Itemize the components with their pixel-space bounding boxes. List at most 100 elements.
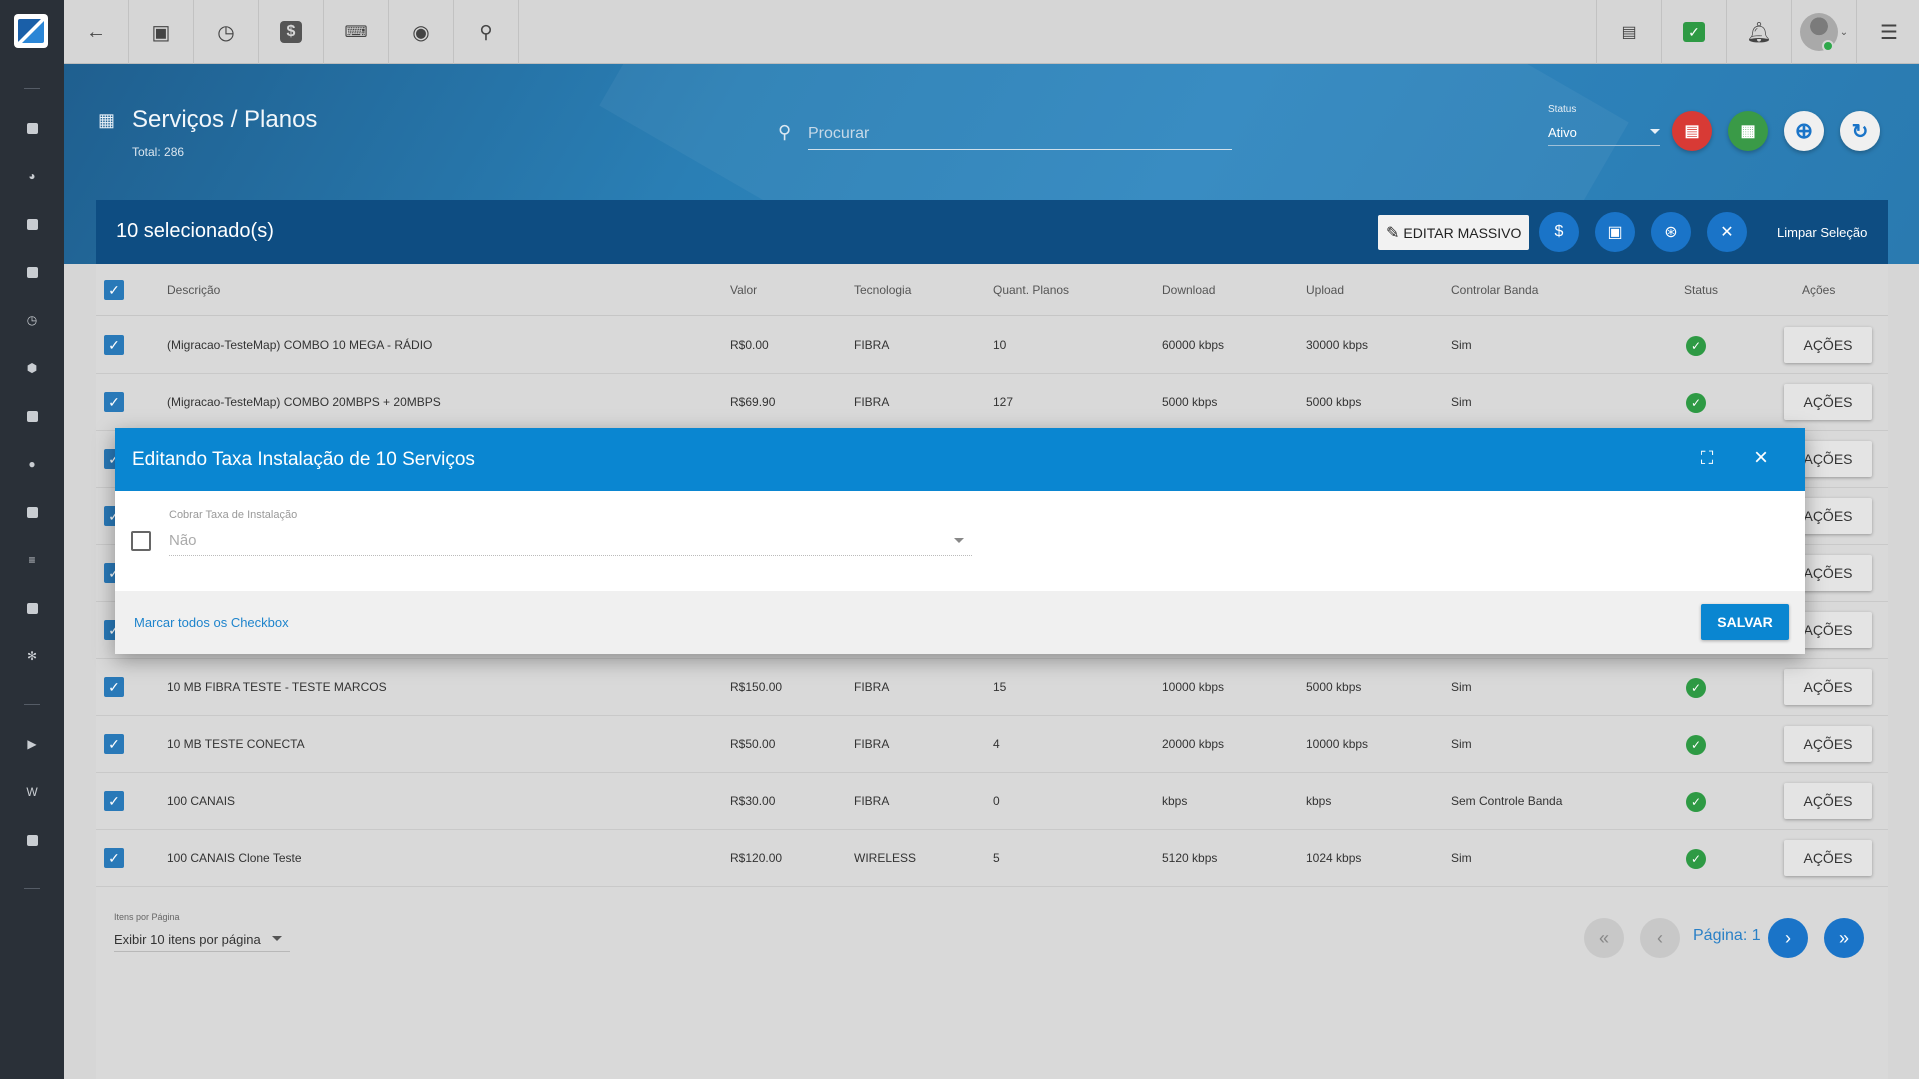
book-icon[interactable] <box>24 264 40 280</box>
search-input[interactable] <box>808 118 1232 150</box>
finance-button[interactable]: $ <box>259 0 324 64</box>
page-title: Serviços / Planos <box>132 106 318 133</box>
refresh-button[interactable]: ↻ <box>1840 111 1880 151</box>
table-row[interactable]: ✓ 10 MB TESTE CONECTA R$50.00 FIBRA 4 20000 k… <box>96 716 1888 773</box>
status-label: Status <box>1548 104 1577 115</box>
installation-fee-checkbox[interactable] <box>131 531 151 551</box>
video-icon[interactable]: ▶ <box>24 736 40 752</box>
header-descricao[interactable]: Descrição <box>167 283 220 297</box>
row-checkbox[interactable]: ✓ <box>104 734 124 754</box>
settings-icon[interactable]: ✻ <box>24 648 40 664</box>
edit-mass-button[interactable]: ✎ EDITAR MASSIVO <box>1378 215 1530 250</box>
header-quant-planos[interactable]: Quant. Planos <box>993 283 1069 297</box>
chevron-left-icon: ‹ <box>1657 927 1663 948</box>
export-excel-button[interactable]: ▦ <box>1728 111 1768 151</box>
row-actions-button[interactable]: AÇÕES <box>1784 384 1872 420</box>
cell-download: kbps <box>1162 794 1188 808</box>
row-checkbox[interactable]: ✓ <box>104 677 124 697</box>
row-actions-button[interactable]: AÇÕES <box>1784 840 1872 876</box>
edit-date-button[interactable]: ▣ <box>1595 212 1635 252</box>
row-actions-button[interactable]: AÇÕES <box>1784 726 1872 762</box>
bell-icon: 🔔︎ <box>1746 21 1772 44</box>
installation-fee-select[interactable]: Não <box>169 524 972 556</box>
clear-selection-link[interactable]: Limpar Seleção <box>1777 225 1867 240</box>
app-logo[interactable] <box>14 14 48 48</box>
calendar-clock-icon[interactable]: ◷ <box>24 312 40 328</box>
header-controlar-banda[interactable]: Controlar Banda <box>1451 283 1538 297</box>
table-row[interactable]: ✓ 10 MB FIBRA TESTE - TESTE MARCOS R$150.0… <box>96 659 1888 716</box>
row-actions-button[interactable]: AÇÕES <box>1784 327 1872 363</box>
view-button[interactable]: ◉ <box>389 0 454 64</box>
cell-tecnologia: FIBRA <box>854 737 890 751</box>
messages-button[interactable]: ✓ <box>1661 0 1726 64</box>
cell-descricao: (Migracao-TesteMap) COMBO 20MBPS + 20MBP… <box>167 395 441 409</box>
back-button[interactable]: ← <box>64 0 129 64</box>
table-row[interactable]: ✓ 100 CANAIS R$30.00 FIBRA 0 kbps kbps Sem Cont… <box>96 773 1888 830</box>
schedule-button[interactable]: ◷ <box>194 0 259 64</box>
table-row[interactable]: ✓ 100 CANAIS Clone Teste R$120.00 WIRELESS 5… <box>96 830 1888 887</box>
row-checkbox[interactable]: ✓ <box>104 335 124 355</box>
cell-upload: 5000 kbps <box>1306 680 1362 694</box>
chat-icon[interactable] <box>24 832 40 848</box>
header-valor[interactable]: Valor <box>730 283 757 297</box>
user-icon[interactable]: ● <box>24 456 40 472</box>
row-actions-button[interactable]: AÇÕES <box>1784 783 1872 819</box>
wiki-icon[interactable]: W <box>24 784 40 800</box>
pie-chart-icon[interactable]: ◕ <box>24 168 40 184</box>
sidebar-divider <box>24 88 40 89</box>
search-button[interactable]: ⚲ <box>454 0 519 64</box>
save-button[interactable]: SALVAR <box>1701 604 1789 640</box>
document-icon[interactable] <box>24 600 40 616</box>
cell-upload: 30000 kbps <box>1306 338 1369 352</box>
notifications-button[interactable]: 🔔︎ <box>1726 0 1791 64</box>
services-table: ✓ Descrição Valor Tecnologia Quant. Plan… <box>96 264 1888 1079</box>
cell-tecnologia: FIBRA <box>854 794 890 808</box>
status-active-icon: ✓ <box>1686 849 1706 869</box>
cell-controlar-banda: Sim <box>1451 737 1472 751</box>
calendar-clock-icon: ◷ <box>217 21 235 44</box>
status-select[interactable]: Ativo <box>1548 120 1660 146</box>
table-row[interactable]: ✓ (Migracao-TesteMap) COMBO 10 MEGA - RÁD… <box>96 317 1888 374</box>
table-row[interactable]: ✓ (Migracao-TesteMap) COMBO 20MBPS + 20MB… <box>96 374 1888 431</box>
dashboard-icon[interactable] <box>24 120 40 136</box>
dialog-close-button[interactable]: × <box>1749 444 1773 471</box>
export-pdf-button[interactable]: ▤ <box>1672 111 1712 151</box>
mark-all-checkbox-link[interactable]: Marcar todos os Checkbox <box>134 615 289 630</box>
pdf-button[interactable]: ▤ <box>1596 0 1661 64</box>
cell-descricao: (Migracao-TesteMap) COMBO 10 MEGA - RÁDI… <box>167 338 433 352</box>
prev-page-button[interactable]: ‹ <box>1640 918 1680 958</box>
row-actions-button[interactable]: AÇÕES <box>1784 669 1872 705</box>
user-menu-button[interactable]: ⌄ <box>1791 0 1856 64</box>
cell-download: 5000 kbps <box>1162 395 1218 409</box>
items-per-page-select[interactable]: Exibir 10 itens por página <box>114 928 290 952</box>
edit-group-button[interactable]: ⊛ <box>1651 212 1691 252</box>
first-page-button[interactable]: « <box>1584 918 1624 958</box>
sidebar-divider <box>24 704 40 705</box>
box-icon[interactable]: ⬢ <box>24 360 40 376</box>
select-all-checkbox[interactable]: ✓ <box>104 280 124 300</box>
list-icon[interactable] <box>24 504 40 520</box>
cancel-selection-button[interactable]: ✕ <box>1707 212 1747 252</box>
fullscreen-button[interactable]: ⛶ <box>1697 448 1717 468</box>
row-checkbox[interactable]: ✓ <box>104 791 124 811</box>
money-icon[interactable] <box>24 408 40 424</box>
status-active-icon: ✓ <box>1686 792 1706 812</box>
server-icon[interactable]: ≡ <box>24 552 40 568</box>
contacts-button[interactable]: ▣ <box>129 0 194 64</box>
search-icon: ⚲ <box>778 122 792 142</box>
header-download[interactable]: Download <box>1162 283 1215 297</box>
header-upload[interactable]: Upload <box>1306 283 1344 297</box>
last-page-button[interactable]: » <box>1824 918 1864 958</box>
next-page-button[interactable]: › <box>1768 918 1808 958</box>
add-button[interactable]: ⊕ <box>1784 111 1824 151</box>
row-checkbox[interactable]: ✓ <box>104 848 124 868</box>
contact-icon[interactable] <box>24 216 40 232</box>
terminal-button[interactable]: ⌨ <box>324 0 389 64</box>
header-tecnologia[interactable]: Tecnologia <box>854 283 911 297</box>
cell-tecnologia: WIRELESS <box>854 851 917 865</box>
row-checkbox[interactable]: ✓ <box>104 392 124 412</box>
edit-price-button[interactable]: $ <box>1539 212 1579 252</box>
menu-button[interactable]: ☰ <box>1856 0 1919 64</box>
cell-descricao: 100 CANAIS Clone Teste <box>167 851 302 865</box>
online-status-dot <box>1821 40 1834 52</box>
